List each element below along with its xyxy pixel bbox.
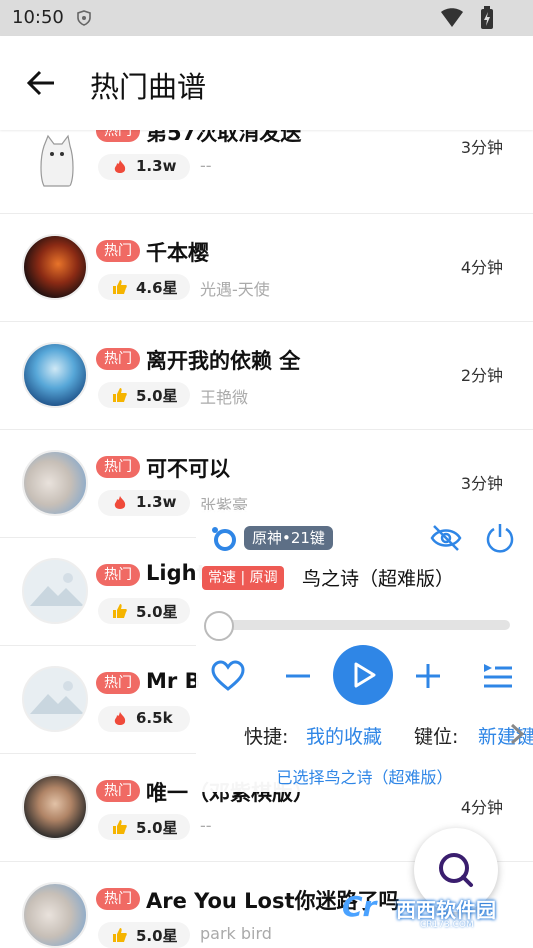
back-arrow-icon[interactable] bbox=[26, 70, 56, 96]
avatar bbox=[22, 342, 88, 408]
avatar bbox=[22, 882, 88, 948]
hot-badge: 热门 bbox=[96, 672, 140, 694]
stat-value: 5.0星 bbox=[136, 927, 178, 945]
author: park bird bbox=[200, 924, 272, 943]
hot-badge: 热门 bbox=[96, 240, 140, 262]
speed-tag[interactable]: 常速 | 原调 bbox=[202, 566, 284, 590]
current-song-title: 鸟之诗（超难版） bbox=[302, 568, 455, 590]
hot-badge: 热门 bbox=[96, 564, 140, 586]
watermark-text: 西西软件园 bbox=[396, 898, 496, 922]
stat-value: 5.0星 bbox=[136, 603, 178, 621]
fire-icon bbox=[114, 160, 126, 173]
hot-badge: 热门 bbox=[96, 130, 140, 142]
avatar bbox=[22, 130, 88, 192]
stat-pill: 1.3w bbox=[98, 154, 190, 180]
stat-pill: 1.3w bbox=[98, 490, 190, 516]
playlist-icon[interactable] bbox=[480, 658, 516, 694]
stat-pill: 5.0星 bbox=[98, 382, 190, 408]
fire-icon bbox=[114, 496, 126, 509]
plus-icon[interactable] bbox=[410, 658, 446, 694]
stat-pill: 4.6星 bbox=[98, 274, 190, 300]
play-icon bbox=[354, 662, 376, 688]
duration: 4分钟 bbox=[460, 258, 503, 277]
wifi-icon bbox=[441, 8, 463, 27]
stat-value: 1.3w bbox=[136, 157, 177, 175]
author: -- bbox=[200, 156, 212, 175]
avatar bbox=[22, 666, 88, 732]
thumbs-up-icon bbox=[113, 604, 127, 618]
hot-badge: 热门 bbox=[96, 888, 140, 910]
hot-badge: 热门 bbox=[96, 348, 140, 370]
placeholder-image-icon bbox=[30, 573, 84, 606]
hide-eye-icon[interactable] bbox=[430, 524, 462, 552]
hot-badge: 热门 bbox=[96, 780, 140, 802]
avatar bbox=[22, 234, 88, 300]
fire-icon bbox=[114, 712, 126, 725]
hot-badge: 热门 bbox=[96, 456, 140, 478]
progress-track[interactable] bbox=[218, 620, 510, 630]
song-name: 第57次取消发送 bbox=[146, 130, 302, 145]
list-item[interactable]: 热门 千本樱 4.6星 光遇-天使 4分钟 bbox=[0, 214, 533, 322]
avatar bbox=[22, 774, 88, 840]
thumbs-up-icon bbox=[113, 388, 127, 402]
watermark-sub: CR173.COM bbox=[420, 920, 474, 930]
stat-value: 6.5k bbox=[136, 709, 173, 727]
floating-player[interactable]: 原神•21键 常速 | 原调 鸟之诗（超难版） 快捷: 我的收藏 键位: 新建键… bbox=[196, 510, 533, 792]
stat-pill: 5.0星 bbox=[98, 598, 190, 624]
song-name: 离开我的依赖 全 bbox=[146, 349, 301, 373]
chevron-right-icon[interactable] bbox=[506, 722, 528, 746]
duration: 4分钟 bbox=[460, 798, 503, 817]
battery-icon bbox=[481, 6, 493, 29]
quick-label: 快捷: bbox=[244, 726, 289, 748]
list-item[interactable]: 热门 第57次取消发送 1.3w -- 3分钟 bbox=[0, 130, 533, 214]
avatar bbox=[22, 558, 88, 624]
avatar bbox=[22, 450, 88, 516]
author: 光遇-天使 bbox=[200, 280, 270, 299]
selected-song-text: 已选择鸟之诗（超难版） bbox=[276, 768, 453, 787]
heart-icon[interactable] bbox=[210, 658, 246, 694]
shield-icon bbox=[77, 10, 91, 26]
power-icon[interactable] bbox=[484, 522, 516, 554]
song-name: 可不可以 bbox=[146, 457, 230, 481]
list-item[interactable]: 热门 离开我的依赖 全 5.0星 王艳微 2分钟 bbox=[0, 322, 533, 430]
author: -- bbox=[200, 816, 212, 835]
stat-pill: 5.0星 bbox=[98, 922, 190, 948]
song-name: Mr B bbox=[146, 669, 201, 693]
quick-favorites-link[interactable]: 我的收藏 bbox=[306, 722, 382, 749]
stat-value: 1.3w bbox=[136, 493, 177, 511]
progress-thumb[interactable] bbox=[204, 611, 234, 641]
song-name: 千本樱 bbox=[146, 241, 209, 265]
play-button[interactable] bbox=[333, 645, 393, 705]
stat-pill: 5.0星 bbox=[98, 814, 190, 840]
duration: 3分钟 bbox=[460, 474, 503, 493]
stat-value: 4.6星 bbox=[136, 279, 178, 297]
watermark-logo: Cr 西西软件园 CR173.COM bbox=[338, 880, 514, 934]
duration: 2分钟 bbox=[460, 366, 503, 385]
app-header: 热门曲谱 bbox=[0, 36, 533, 130]
author: 王艳微 bbox=[200, 388, 249, 407]
status-bar: 10:50 bbox=[0, 0, 533, 36]
minus-icon[interactable] bbox=[280, 658, 316, 694]
stat-value: 5.0星 bbox=[136, 387, 178, 405]
keymap-label: 键位: bbox=[414, 726, 459, 748]
duration: 3分钟 bbox=[460, 138, 503, 157]
status-time: 10:50 bbox=[12, 7, 64, 28]
stat-pill: 6.5k bbox=[98, 706, 190, 732]
app-logo-icon bbox=[212, 527, 236, 551]
thumbs-up-icon bbox=[113, 928, 127, 942]
thumbs-up-icon bbox=[113, 280, 127, 294]
game-tag[interactable]: 原神•21键 bbox=[244, 526, 333, 550]
page-title: 热门曲谱 bbox=[90, 70, 207, 104]
watermark-mark: Cr bbox=[342, 890, 377, 923]
thumbs-up-icon bbox=[113, 820, 127, 834]
stat-value: 5.0星 bbox=[136, 819, 178, 837]
placeholder-image-icon bbox=[30, 681, 84, 714]
